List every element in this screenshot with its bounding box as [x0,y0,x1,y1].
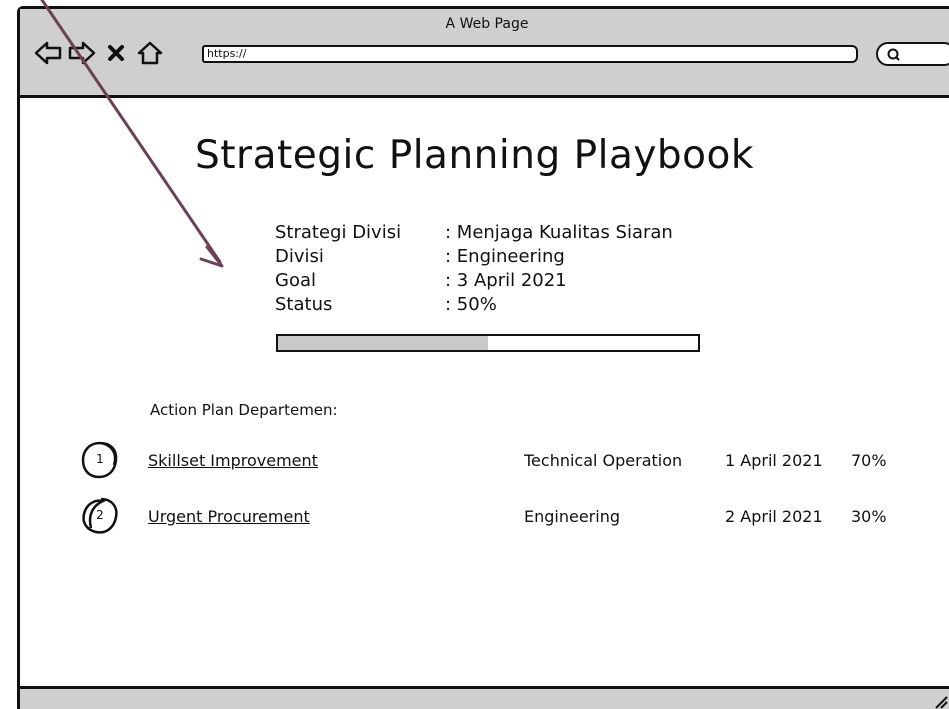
action-department: Technical Operation [524,451,683,470]
action-date: 1 April 2021 [725,451,823,470]
action-link-urgent-procurement[interactable]: Urgent Procurement [148,507,310,526]
action-percent: 70% [851,451,887,470]
search-input[interactable] [876,42,949,66]
info-label: Strategi Divisi [275,222,402,243]
back-icon[interactable] [34,39,62,67]
number-badge: 2 [80,496,120,536]
progress-fill [278,336,488,350]
number-label: 2 [96,508,104,522]
page-title: Strategic Planning Playbook [195,133,754,178]
action-date: 2 April 2021 [725,507,823,526]
action-department: Engineering [524,507,620,526]
action-plan-label: Action Plan Departemen: [150,401,338,419]
search-icon [887,48,900,61]
info-row: Divisi : Engineering [275,245,673,269]
info-value: : 3 April 2021 [445,270,567,291]
info-label: Goal [275,270,316,291]
info-value: : Engineering [445,246,565,267]
info-value: : 50% [445,294,497,315]
info-value: : Menjaga Kualitas Siaran [445,222,673,243]
info-row: Goal : 3 April 2021 [275,269,673,293]
browser-window: A Web Page https:// [17,6,949,709]
window-title: A Web Page [445,16,529,32]
info-label: Status [275,294,333,315]
nav-toolbar [34,37,164,69]
status-progress-bar [276,334,700,352]
info-label: Divisi [275,246,324,267]
forward-icon[interactable] [68,39,96,67]
url-input[interactable]: https:// [202,45,858,63]
list-item: 2 Urgent Procurement Engineering 2 April… [0,496,949,536]
home-icon[interactable] [136,39,164,67]
info-row: Status : 50% [275,293,673,317]
info-row: Strategi Divisi : Menjaga Kualitas Siara… [275,221,673,245]
title-bar: A Web Page https:// [20,9,949,98]
resize-grip-icon[interactable] [932,693,948,709]
status-bar [20,686,949,709]
info-table: Strategi Divisi : Menjaga Kualitas Siara… [275,221,673,317]
number-label: 1 [96,452,104,466]
close-icon[interactable] [102,39,130,67]
action-link-skillset-improvement[interactable]: Skillset Improvement [148,451,318,470]
action-percent: 30% [851,507,887,526]
number-badge: 1 [80,440,120,480]
list-item: 1 Skillset Improvement Technical Operati… [0,440,949,480]
